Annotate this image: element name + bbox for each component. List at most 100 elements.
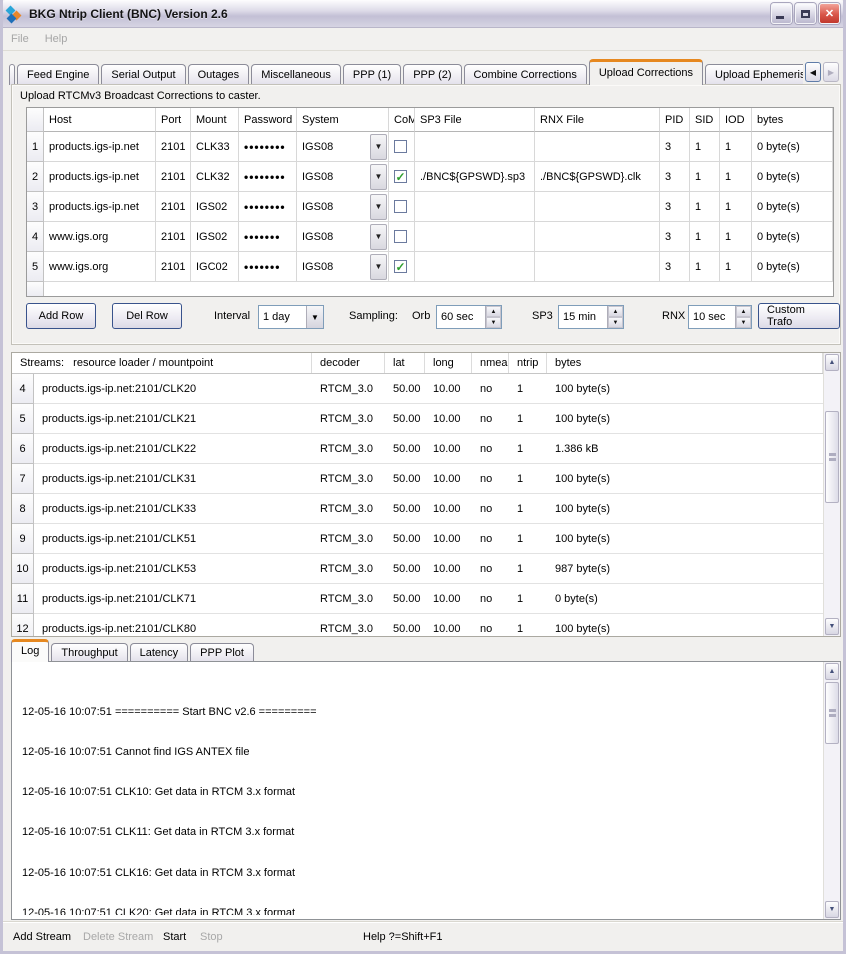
- scroll-up-icon[interactable]: ▲: [825, 354, 839, 371]
- streams-scrollbar[interactable]: ▲ ▼: [823, 353, 840, 636]
- cell-sid[interactable]: 1: [690, 252, 720, 282]
- cell-iod[interactable]: 1: [720, 162, 752, 192]
- delete-stream-action[interactable]: Delete Stream: [83, 931, 153, 943]
- cell-sp3[interactable]: [415, 222, 535, 252]
- cell-pid[interactable]: 3: [660, 222, 690, 252]
- title-bar[interactable]: BKG Ntrip Client (BNC) Version 2.6 ✕: [0, 0, 846, 28]
- cell-password[interactable]: ••••••••: [239, 132, 297, 162]
- cell-sp3[interactable]: [415, 252, 535, 282]
- chevron-down-icon[interactable]: ▼: [370, 224, 387, 250]
- com-checkbox[interactable]: ✓: [394, 170, 407, 183]
- cell-sid[interactable]: 1: [690, 162, 720, 192]
- cell-system-combobox[interactable]: IGS08 ▼: [297, 192, 389, 222]
- stream-row[interactable]: 12 products.igs-ip.net:2101/CLK80 RTCM_3…: [12, 614, 823, 636]
- com-checkbox[interactable]: ✓: [394, 260, 407, 273]
- interval-combobox[interactable]: 1 day ▼: [258, 305, 324, 329]
- maximize-button[interactable]: [795, 3, 816, 24]
- cell-iod[interactable]: 1: [720, 192, 752, 222]
- tab-throughput[interactable]: Throughput: [51, 643, 127, 662]
- cell-iod[interactable]: 1: [720, 252, 752, 282]
- spin-down-icon[interactable]: ▼: [736, 317, 751, 328]
- log-output[interactable]: 12-05-16 10:07:51 ========== Start BNC v…: [11, 661, 841, 920]
- row-number[interactable]: 2: [27, 162, 44, 192]
- cell-system-combobox[interactable]: IGS08 ▼: [297, 222, 389, 252]
- cell-sid[interactable]: 1: [690, 132, 720, 162]
- cell-mount[interactable]: IGS02: [191, 222, 239, 252]
- cell-password[interactable]: ••••••••: [239, 192, 297, 222]
- cell-pid[interactable]: 3: [660, 192, 690, 222]
- chevron-down-icon[interactable]: ▼: [306, 306, 323, 328]
- tab-outages[interactable]: Outages: [188, 64, 250, 85]
- cell-sp3[interactable]: [415, 192, 535, 222]
- add-row-button[interactable]: Add Row: [26, 303, 96, 329]
- cell-port[interactable]: 2101: [156, 222, 191, 252]
- spin-down-icon[interactable]: ▼: [608, 317, 623, 328]
- stream-row[interactable]: 7 products.igs-ip.net:2101/CLK31 RTCM_3.…: [12, 464, 823, 494]
- cell-iod[interactable]: 1: [720, 132, 752, 162]
- cell-mount[interactable]: IGC02: [191, 252, 239, 282]
- scroll-down-icon[interactable]: ▼: [825, 618, 839, 635]
- scroll-down-icon[interactable]: ▼: [825, 901, 839, 918]
- rnx-sampling-spinbox[interactable]: 10 sec ▲▼: [688, 305, 752, 329]
- tab-feed-engine[interactable]: Feed Engine: [17, 64, 99, 85]
- cell-password[interactable]: ••••••••: [239, 162, 297, 192]
- menu-help[interactable]: Help: [37, 33, 76, 45]
- com-checkbox[interactable]: [394, 140, 407, 153]
- stream-row[interactable]: 6 products.igs-ip.net:2101/CLK22 RTCM_3.…: [12, 434, 823, 464]
- chevron-down-icon[interactable]: ▼: [370, 194, 387, 220]
- chevron-down-icon[interactable]: ▼: [370, 254, 387, 280]
- cell-rnx[interactable]: [535, 192, 660, 222]
- cell-rnx[interactable]: [535, 252, 660, 282]
- tab-upload-ephemeris[interactable]: Upload Ephemeris: [705, 64, 803, 85]
- spin-up-icon[interactable]: ▲: [486, 306, 501, 317]
- scroll-up-icon[interactable]: ▲: [825, 663, 839, 680]
- tab-ppp-plot[interactable]: PPP Plot: [190, 643, 254, 662]
- add-stream-action[interactable]: Add Stream: [13, 931, 71, 943]
- menu-file[interactable]: File: [3, 33, 37, 45]
- cell-sp3[interactable]: [415, 132, 535, 162]
- cell-rnx[interactable]: [535, 132, 660, 162]
- com-checkbox[interactable]: [394, 200, 407, 213]
- scrollbar-thumb[interactable]: [825, 682, 839, 744]
- cell-host[interactable]: www.igs.org: [44, 252, 156, 282]
- tab-ppp-2[interactable]: PPP (2): [403, 64, 461, 85]
- cell-host[interactable]: products.igs-ip.net: [44, 162, 156, 192]
- cell-mount[interactable]: CLK33: [191, 132, 239, 162]
- cell-port[interactable]: 2101: [156, 132, 191, 162]
- com-checkbox[interactable]: [394, 230, 407, 243]
- tab-serial-output[interactable]: Serial Output: [101, 64, 185, 85]
- stream-row[interactable]: 8 products.igs-ip.net:2101/CLK33 RTCM_3.…: [12, 494, 823, 524]
- row-number[interactable]: 3: [27, 192, 44, 222]
- spin-down-icon[interactable]: ▼: [486, 317, 501, 328]
- stream-row[interactable]: 11 products.igs-ip.net:2101/CLK71 RTCM_3…: [12, 584, 823, 614]
- spin-up-icon[interactable]: ▲: [736, 306, 751, 317]
- cell-password[interactable]: •••••••: [239, 252, 297, 282]
- stop-action[interactable]: Stop: [200, 931, 223, 943]
- cell-system-combobox[interactable]: IGS08 ▼: [297, 252, 389, 282]
- row-number[interactable]: 4: [27, 222, 44, 252]
- tab-miscellaneous[interactable]: Miscellaneous: [251, 64, 341, 85]
- cell-iod[interactable]: 1: [720, 222, 752, 252]
- del-row-button[interactable]: Del Row: [112, 303, 182, 329]
- cell-mount[interactable]: CLK32: [191, 162, 239, 192]
- stream-row[interactable]: 5 products.igs-ip.net:2101/CLK21 RTCM_3.…: [12, 404, 823, 434]
- cell-system-combobox[interactable]: IGS08 ▼: [297, 132, 389, 162]
- custom-trafo-button[interactable]: Custom Trafo: [758, 303, 840, 329]
- tab-ppp-1[interactable]: PPP (1): [343, 64, 401, 85]
- spin-up-icon[interactable]: ▲: [608, 306, 623, 317]
- minimize-button[interactable]: [771, 3, 792, 24]
- stream-row[interactable]: 10 products.igs-ip.net:2101/CLK53 RTCM_3…: [12, 554, 823, 584]
- close-button[interactable]: ✕: [819, 3, 840, 24]
- tab-combine-corrections[interactable]: Combine Corrections: [464, 64, 587, 85]
- cell-port[interactable]: 2101: [156, 162, 191, 192]
- start-action[interactable]: Start: [163, 931, 186, 943]
- tab-scroll-right-icon[interactable]: ▶: [823, 62, 839, 82]
- tab-upload-corrections[interactable]: Upload Corrections: [589, 59, 703, 85]
- tab-latency[interactable]: Latency: [130, 643, 189, 662]
- sp3-sampling-spinbox[interactable]: 15 min ▲▼: [558, 305, 624, 329]
- cell-rnx[interactable]: [535, 222, 660, 252]
- cell-sid[interactable]: 1: [690, 222, 720, 252]
- chevron-down-icon[interactable]: ▼: [370, 164, 387, 190]
- cell-mount[interactable]: IGS02: [191, 192, 239, 222]
- cell-password[interactable]: •••••••: [239, 222, 297, 252]
